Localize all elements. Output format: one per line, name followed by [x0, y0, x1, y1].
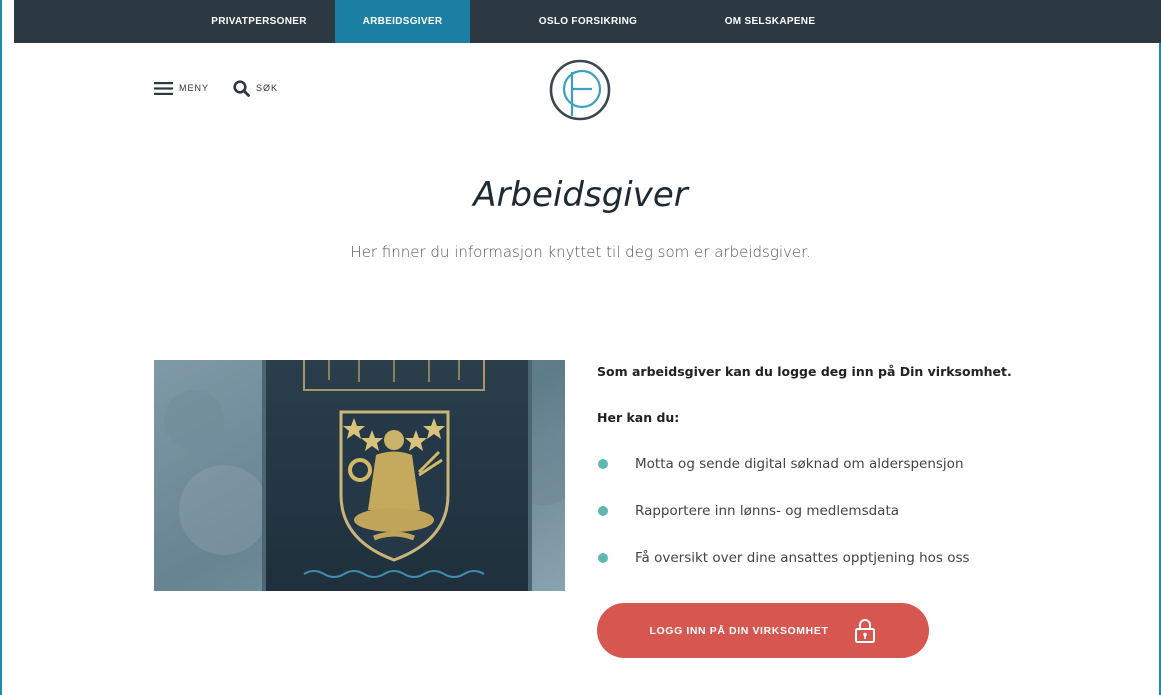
coat-of-arms-image — [154, 360, 565, 591]
search-label: SØK — [256, 83, 279, 93]
menu-button[interactable]: MENY — [154, 80, 209, 96]
benefits-list: Motta og sende digital søknad om aldersp… — [597, 456, 970, 597]
list-item: Få oversikt over dine ansattes opptjenin… — [597, 550, 970, 597]
nav-item-oslo-forsikring[interactable]: OSLO FORSIKRING — [509, 0, 667, 43]
page-intro: Her finner du informasjon knyttet til de… — [350, 243, 811, 261]
search-button[interactable]: SØK — [233, 79, 279, 97]
login-button[interactable]: LOGG INN PÅ DIN VIRKSOMHET — [597, 603, 929, 658]
search-icon — [233, 79, 250, 97]
top-navigation: PRIVATPERSONER ARBEIDSGIVER OSLO FORSIKR… — [14, 0, 1161, 43]
list-item: Rapportere inn lønns- og medlemsdata — [597, 503, 970, 550]
lock-icon — [854, 618, 876, 644]
logo-icon[interactable] — [548, 58, 612, 122]
lead-text: Som arbeidsgiver kan du logge deg inn på… — [597, 364, 1012, 379]
list-item-text: Rapportere inn lønns- og medlemsdata — [635, 503, 900, 519]
bullet-icon — [598, 459, 608, 469]
menu-label: MENY — [179, 83, 210, 93]
nav-item-om-selskapene[interactable]: OM SELSKAPENE — [689, 0, 851, 43]
login-button-label: LOGG INN PÅ DIN VIRKSOMHET — [649, 624, 829, 637]
list-heading: Her kan du: — [597, 410, 680, 425]
list-item-text: Motta og sende digital søknad om aldersp… — [635, 456, 964, 472]
list-item-text: Få oversikt over dine ansattes opptjenin… — [635, 550, 970, 566]
bullet-icon — [598, 553, 608, 563]
nav-item-arbeidsgiver[interactable]: ARBEIDSGIVER — [335, 0, 470, 43]
bullet-icon — [598, 506, 608, 516]
nav-item-privatpersoner[interactable]: PRIVATPERSONER — [179, 0, 339, 43]
info-section: Som arbeidsgiver kan du logge deg inn på… — [597, 364, 1117, 566]
hamburger-icon — [154, 81, 173, 95]
list-item: Motta og sende digital søknad om aldersp… — [597, 456, 970, 503]
page-title: Arbeidsgiver — [473, 174, 688, 215]
